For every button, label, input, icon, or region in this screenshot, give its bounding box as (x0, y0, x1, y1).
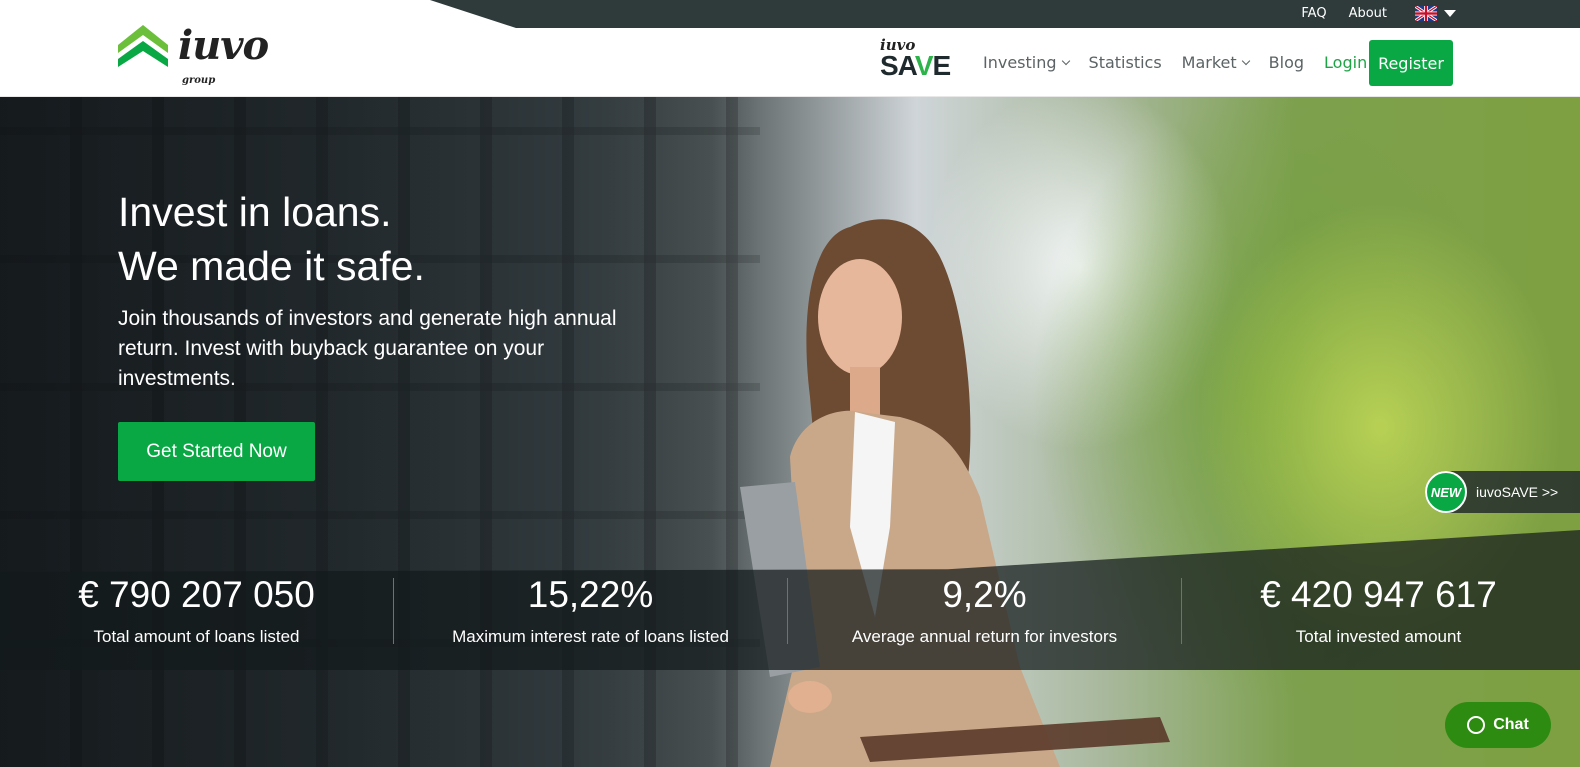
new-badge: NEW (1425, 471, 1467, 513)
chat-label: Chat (1493, 716, 1529, 733)
iuvo-chevron-icon (118, 24, 168, 67)
stat-total-loans: € 790 207 050 Total amount of loans list… (0, 575, 393, 647)
get-started-button[interactable]: Get Started Now (118, 422, 315, 481)
iuvosave-promo-label: iuvoSAVE >> (1476, 484, 1559, 500)
hero-woman-image (740, 219, 1170, 767)
chat-bubble-icon (1467, 716, 1486, 734)
save-logo-v: V (914, 50, 934, 81)
stat-label: Total invested amount (1295, 627, 1462, 646)
register-button[interactable]: Register (1369, 40, 1453, 86)
chevron-down-icon (1241, 56, 1250, 65)
main-nav: Investing Statistics Market Blog Login (983, 28, 1387, 97)
chevron-down-icon (1444, 9, 1456, 17)
stat-label: Average annual return for investors (851, 627, 1118, 646)
logo-text: iuvo (178, 21, 269, 69)
hero-headline: Invest in loans. We made it safe. (118, 185, 425, 293)
nav-statistics-label: Statistics (1088, 53, 1162, 72)
faq-link[interactable]: FAQ (1301, 6, 1326, 21)
chevron-down-icon (1061, 56, 1070, 65)
nav-statistics[interactable]: Statistics (1089, 53, 1162, 72)
save-logo-part-1: SA (880, 50, 916, 81)
stat-total-invested: € 420 947 617 Total invested amount (1182, 575, 1575, 647)
hero-headline-line-1: Invest in loans. (118, 189, 392, 235)
iuvosave-logo[interactable]: iuvo SAVE (880, 36, 960, 82)
hero-subline: Join thousands of investors and generate… (118, 307, 617, 390)
nav-market[interactable]: Market (1181, 53, 1250, 72)
stat-label: Maximum interest rate of loans listed (452, 627, 729, 646)
iuvosave-promo-badge[interactable]: NEW iuvoSAVE >> (1425, 471, 1580, 513)
stat-value: € 790 207 050 (78, 574, 315, 615)
stat-value: € 420 947 617 (1260, 574, 1497, 615)
top-links: FAQ About (1301, 0, 1456, 26)
nav-market-label: Market (1181, 53, 1237, 72)
about-link[interactable]: About (1349, 6, 1387, 21)
stat-value: 9,2% (942, 574, 1027, 615)
chat-button[interactable]: Chat (1445, 702, 1551, 748)
nav-blog-label: Blog (1268, 53, 1305, 72)
nav-blog[interactable]: Blog (1269, 53, 1304, 72)
uk-flag-icon (1415, 5, 1437, 21)
stat-avg-return: 9,2% Average annual return for investors (788, 575, 1181, 647)
stat-label: Total amount of loans listed (93, 627, 300, 646)
nav-investing[interactable]: Investing (983, 53, 1070, 72)
save-logo-part-2: E (932, 50, 952, 81)
stat-max-interest: 15,22% Maximum interest rate of loans li… (394, 575, 787, 647)
iuvo-logo[interactable]: iuvo (116, 18, 269, 73)
language-selector[interactable] (1415, 5, 1456, 21)
stat-value: 15,22% (527, 574, 654, 615)
login-link[interactable]: Login (1324, 53, 1367, 72)
logo-subtext: group (182, 75, 216, 86)
save-logo-big: SAVE (880, 50, 952, 82)
hero-headline-line-2: We made it safe. (118, 243, 425, 289)
nav-investing-label: Investing (983, 53, 1057, 72)
main-header: iuvo group iuvo SAVE Investing Statistic… (0, 24, 1580, 97)
